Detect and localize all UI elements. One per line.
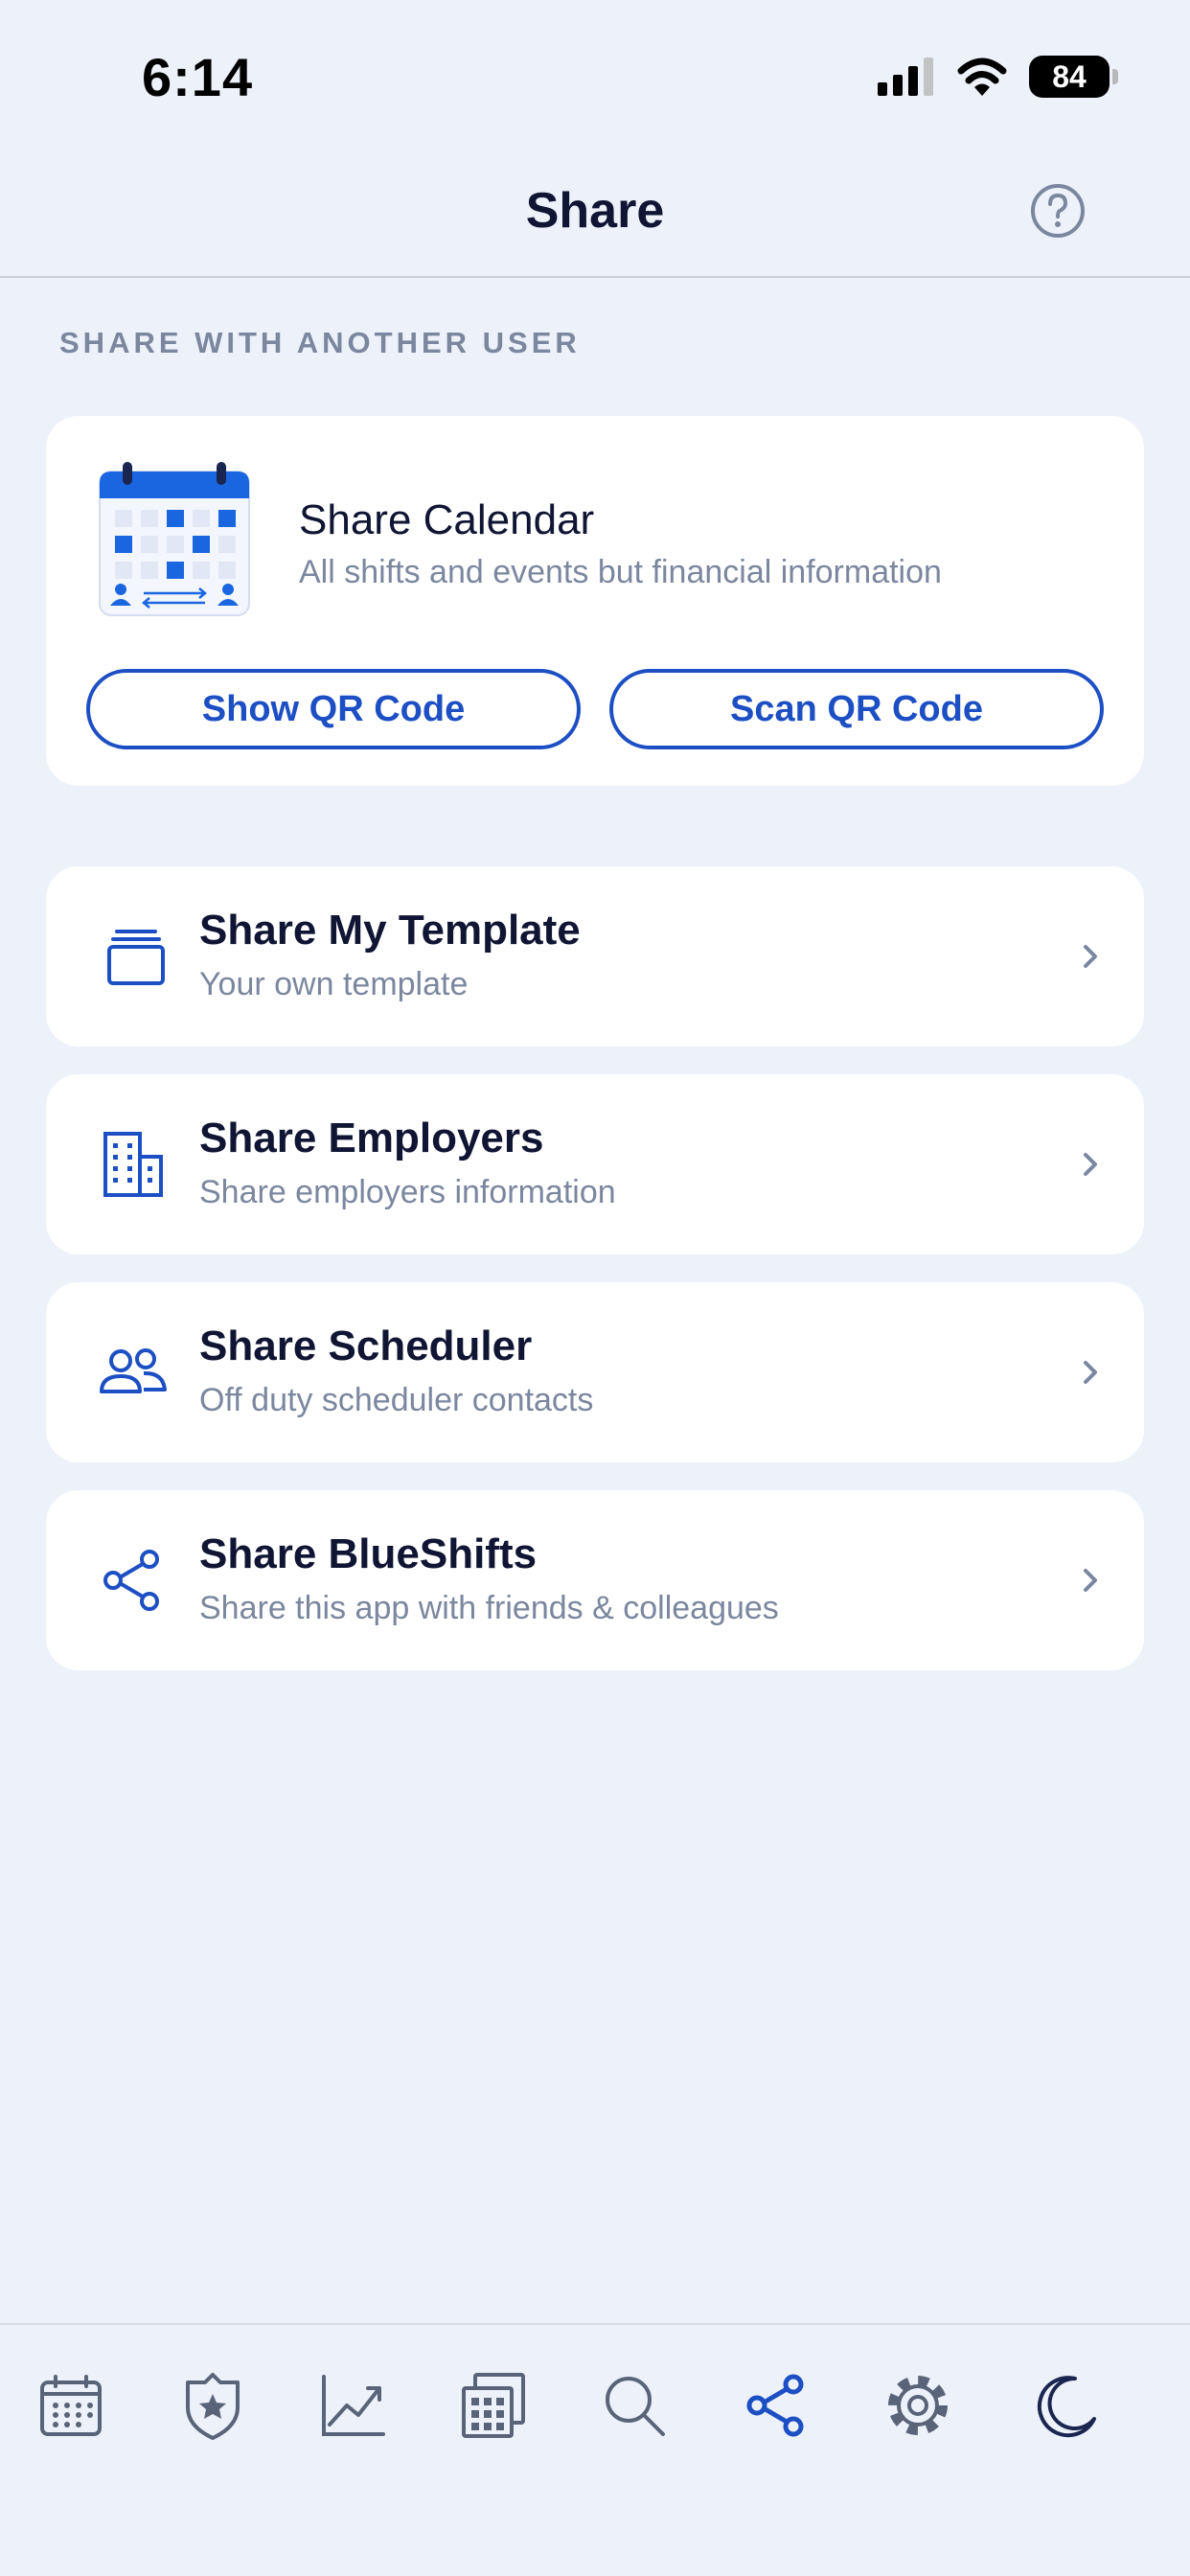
share-blueshifts-item[interactable]: Share BlueShifts Share this app with fri… [46,1490,1144,1670]
scan-qr-code-button[interactable]: Scan QR Code [609,669,1104,749]
people-icon [100,1348,167,1393]
share-my-template-subtitle: Your own template [199,966,469,1002]
share-employers-item[interactable]: Share Employers Share employers informat… [46,1074,1144,1254]
share-scheduler-subtitle: Off duty scheduler contacts [199,1382,594,1418]
chevron-right-icon [1084,1361,1097,1384]
share-icon [746,2374,804,2437]
status-time: 6:14 [142,47,254,107]
share-calendar-title: Share Calendar [299,496,595,543]
template-icon [107,930,165,985]
badge-icon [186,2373,240,2440]
chart-icon [322,2375,385,2436]
building-icon [103,1132,163,1197]
search-icon [606,2377,665,2436]
tab-settings[interactable] [872,2359,964,2451]
share-my-template-item[interactable]: Share My Template Your own template [46,866,1144,1046]
share-scheduler-title: Share Scheduler [199,1322,533,1369]
status-icons: 84 [878,56,1118,98]
tab-chart[interactable] [307,2359,399,2451]
calculator-icon [462,2373,525,2438]
share-calendar-subtitle: All shifts and events but financial info… [299,554,942,590]
chevron-right-icon [1084,945,1097,968]
tab-calendar[interactable] [25,2359,117,2451]
share-my-template-title: Share My Template [199,907,581,954]
gear-icon [888,2376,948,2435]
tab-search[interactable] [588,2359,680,2451]
calendar-icon [40,2375,102,2436]
tab-share[interactable] [730,2359,822,2451]
status-bar: 6:14 84 [0,0,1190,144]
calendar-share-illustration-icon [99,462,250,616]
battery-level: 84 [1052,58,1087,94]
show-qr-code-button[interactable]: Show QR Code [86,669,581,749]
question-icon [1031,184,1085,238]
share-employers-subtitle: Share employers information [199,1174,616,1210]
tab-calculator[interactable] [446,2359,538,2451]
wifi-icon [957,58,1007,96]
help-button[interactable] [1029,182,1087,240]
share-scheduler-item[interactable]: Share Scheduler Off duty scheduler conta… [46,1282,1144,1462]
moon-icon [1037,2376,1096,2438]
battery-icon: 84 [1029,56,1118,98]
share-icon [103,1550,159,1611]
share-blueshifts-subtitle: Share this app with friends & colleagues [199,1590,779,1626]
chevron-right-icon [1084,1569,1097,1592]
share-blueshifts-title: Share BlueShifts [199,1530,538,1577]
cellular-signal-icon [878,58,933,96]
tab-badge[interactable] [167,2359,259,2451]
share-employers-title: Share Employers [199,1115,544,1162]
page-title: Share [525,183,665,239]
tab-dark-mode[interactable] [1019,2359,1111,2451]
share-calendar-card: Share Calendar All shifts and events but… [46,416,1144,786]
chevron-right-icon [1084,1153,1097,1176]
nav-bar: Share [0,144,1190,278]
tab-bar [0,2323,1190,2576]
section-header: SHARE WITH ANOTHER USER [59,326,581,359]
